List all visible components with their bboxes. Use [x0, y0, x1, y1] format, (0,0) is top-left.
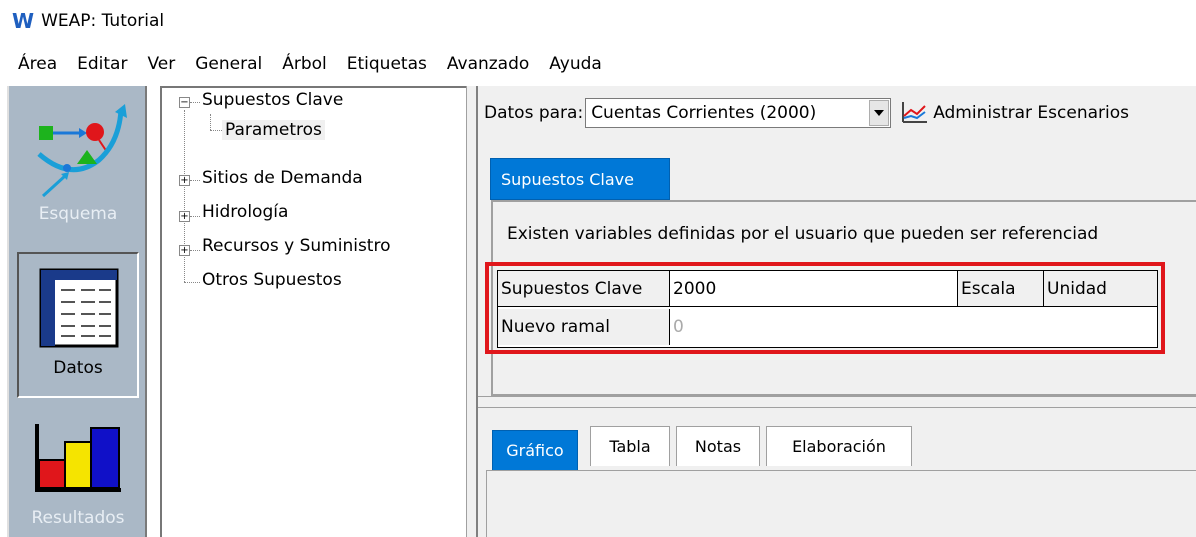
- menu-editar[interactable]: Editar: [77, 54, 127, 74]
- dropdown-arrow-icon[interactable]: [869, 100, 890, 126]
- tab-supuestos-clave[interactable]: Supuestos Clave: [490, 158, 670, 200]
- panel-splitter[interactable]: [466, 86, 478, 537]
- menu-area[interactable]: Área: [18, 54, 57, 74]
- tab-tabla[interactable]: Tabla: [590, 426, 670, 466]
- tree-connector: [184, 282, 200, 283]
- tab-elaboracion[interactable]: Elaboración: [766, 426, 912, 466]
- tab-notas[interactable]: Notas: [676, 426, 760, 466]
- schematic-icon: [37, 104, 127, 198]
- tree-connector: [184, 110, 185, 282]
- datos-para-label: Datos para:: [484, 103, 584, 123]
- view-datos-label: Datos: [53, 358, 103, 378]
- info-text: Existen variables definidas por el usuar…: [507, 224, 1099, 244]
- manage-scenarios-label: Administrar Escenarios: [933, 103, 1129, 123]
- horizontal-splitter[interactable]: [478, 396, 1196, 408]
- view-esquema-button[interactable]: Esquema: [9, 86, 147, 246]
- bottom-panel: [486, 470, 1196, 537]
- manage-scenarios-button[interactable]: Administrar Escenarios: [901, 102, 1129, 124]
- view-resultados-label: Resultados: [31, 508, 125, 528]
- menu-bar: Área Editar Ver General Árbol Etiquetas …: [0, 48, 1196, 80]
- view-resultados-button[interactable]: Resultados: [9, 408, 147, 537]
- tree-panel: − Supuestos Clave Parametros + Sitios de…: [160, 86, 466, 537]
- tree-node-supuestos-clave[interactable]: Supuestos Clave: [202, 90, 343, 110]
- tree-node-otros-supuestos[interactable]: Otros Supuestos: [202, 270, 342, 290]
- tree-connector: [190, 250, 200, 251]
- tree-connector: [190, 180, 200, 181]
- menu-ayuda[interactable]: Ayuda: [549, 54, 602, 74]
- window-title: WEAP: Tutorial: [41, 11, 165, 31]
- title-bar: W WEAP: Tutorial: [0, 0, 1196, 42]
- bottom-area: Gráfico Tabla Notas Elaboración: [486, 412, 1196, 537]
- data-content: Datos para: Cuentas Corrientes (2000) Ad…: [478, 86, 1196, 537]
- view-datos-button[interactable]: Datos: [9, 246, 147, 406]
- view-bar: Esquema Datos Resultados: [7, 86, 147, 537]
- view-esquema-label: Esquema: [38, 204, 118, 224]
- tree-node-recursos-y-suministro[interactable]: Recursos y Suministro: [202, 236, 391, 256]
- datos-para-row: Datos para: Cuentas Corrientes (2000) Ad…: [478, 96, 1129, 130]
- app-logo: W: [12, 9, 34, 33]
- tree-node-parametros[interactable]: Parametros: [222, 120, 325, 140]
- tree-connector: [210, 114, 211, 130]
- tree-connector: [190, 216, 200, 217]
- scenario-select-value: Cuentas Corrientes (2000): [591, 103, 817, 123]
- scenarios-chart-icon: [902, 102, 928, 123]
- menu-etiquetas[interactable]: Etiquetas: [347, 54, 427, 74]
- expand-icon[interactable]: +: [179, 175, 190, 186]
- tab-grafico[interactable]: Gráfico: [492, 430, 578, 470]
- expand-icon[interactable]: +: [179, 245, 190, 256]
- menu-ver[interactable]: Ver: [147, 54, 175, 74]
- tree-node-hidrologia[interactable]: Hidrología: [202, 202, 288, 222]
- scenario-select[interactable]: Cuentas Corrientes (2000): [585, 98, 892, 128]
- expand-icon[interactable]: +: [179, 211, 190, 222]
- tree-connector: [210, 130, 222, 131]
- data-table-icon: [39, 268, 119, 348]
- menu-general[interactable]: General: [195, 54, 262, 74]
- bar-chart-icon: [35, 424, 121, 492]
- menu-arbol[interactable]: Árbol: [282, 54, 327, 74]
- menu-avanzado[interactable]: Avanzado: [447, 54, 529, 74]
- highlight-box: [485, 262, 1165, 354]
- collapse-icon[interactable]: −: [179, 97, 190, 108]
- tree-connector: [190, 102, 200, 103]
- tree-node-sitios-de-demanda[interactable]: Sitios de Demanda: [202, 168, 363, 188]
